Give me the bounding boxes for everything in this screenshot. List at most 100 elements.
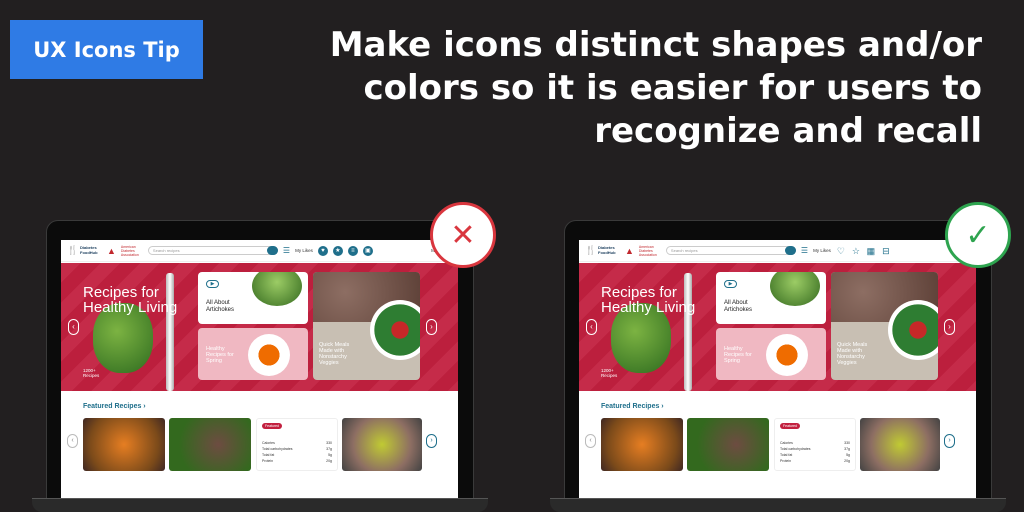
checkmark-icon: ✓	[945, 202, 1011, 268]
thumbs-up-icon[interactable]: ♡	[836, 246, 846, 256]
play-icon[interactable]: ▶	[724, 280, 737, 288]
tip-badge: UX Icons Tip	[10, 20, 203, 79]
featured-recipes-heading[interactable]: Featured Recipes ›	[601, 403, 664, 410]
heart-icon[interactable]: ♥	[317, 245, 328, 256]
hero-banner: Recipes for Healthy Living 1200+ Recipes…	[579, 263, 976, 391]
likes-icon: ☰	[282, 246, 291, 255]
artichoke-card[interactable]: ▶ All About Artichokes	[716, 272, 826, 324]
veggies-card[interactable]: Quick Meals Made with Nonstarchy Veggies	[313, 272, 420, 380]
search-input[interactable]: Search recipes	[665, 246, 796, 255]
hero-next-arrow[interactable]: ›	[944, 319, 955, 335]
veggies-card-label: Quick Meals Made with Nonstarchy Veggies	[837, 342, 868, 366]
nutrition-value: 37g	[326, 447, 332, 451]
site-logo[interactable]: Diabetes FoodHub	[598, 245, 620, 255]
pasta-image	[766, 334, 808, 376]
nutrition-name: Protein	[780, 459, 792, 463]
recipe-tile[interactable]	[687, 418, 769, 471]
star-icon[interactable]: ☆	[851, 246, 861, 256]
likes-icon: ☰	[800, 246, 809, 255]
aha-logo-icon: ▲	[625, 245, 634, 256]
veggies-card[interactable]: Quick Meals Made with Nonstarchy Veggies	[831, 272, 938, 380]
nutrition-value: 330	[844, 441, 850, 445]
artichoke-image	[252, 272, 302, 306]
search-button[interactable]	[784, 246, 796, 255]
recipe-tile-featured[interactable]: Featured Calories 330 Total carbohydrates…	[774, 418, 856, 471]
nutrition-name: Calories	[262, 441, 275, 445]
list-icon[interactable]: ≡	[347, 245, 358, 256]
nutrition-name: Protein	[262, 459, 274, 463]
featured-recipes-heading[interactable]: Featured Recipes ›	[83, 403, 146, 410]
hero-prev-arrow[interactable]: ‹	[68, 319, 79, 335]
site-nav: 🍴 Diabetes FoodHub ▲ American Diabetes A…	[61, 240, 458, 262]
nutrition-row: Protein 20g	[262, 459, 332, 463]
partner-logo: American Diabetes Association	[638, 244, 657, 257]
star-icon[interactable]: ★	[332, 245, 343, 256]
nutrition-value: 37g	[844, 447, 850, 451]
nutrition-row: Protein 20g	[780, 459, 850, 463]
site-nav: 🍴 Diabetes FoodHub ▲ American Diabetes A…	[579, 240, 976, 262]
nutrition-row: Calories 330	[262, 441, 332, 445]
nutrition-value: 5g	[328, 453, 332, 457]
nutrition-value: 5g	[846, 453, 850, 457]
search-placeholder: Search recipes	[152, 248, 180, 253]
nutrition-value: 20g	[326, 459, 332, 463]
search-input[interactable]: Search recipes	[147, 246, 278, 255]
nutrition-name: Calories	[780, 441, 793, 445]
aha-logo-icon: ▲	[107, 245, 116, 256]
artichoke-card-label: All About Artichokes	[724, 300, 753, 313]
fork-knife-icon: 🍴	[67, 245, 79, 255]
cart-icon[interactable]: ⊟	[881, 246, 891, 256]
nutrition-row: Total carbohydrates 37g	[780, 447, 850, 451]
laptop-base	[550, 498, 1006, 512]
spring-card[interactable]: Healthy Recipes for Spring	[716, 328, 826, 380]
spring-card[interactable]: Healthy Recipes for Spring	[198, 328, 308, 380]
recipe-tile[interactable]	[83, 418, 165, 471]
my-likes-link[interactable]: My Likes	[295, 248, 313, 253]
play-icon[interactable]: ▶	[206, 280, 219, 288]
hero-next-arrow[interactable]: ›	[426, 319, 437, 335]
recipe-tile[interactable]	[601, 418, 683, 471]
recipe-tile-featured[interactable]: Featured Calories 330 Total carbohydrates…	[256, 418, 338, 471]
hero-title: Recipes for Healthy Living	[83, 284, 178, 316]
recipe-tile[interactable]	[169, 418, 251, 471]
site-logo[interactable]: Diabetes FoodHub	[80, 245, 102, 255]
artichoke-card[interactable]: ▶ All About Artichokes	[198, 272, 308, 324]
nutrition-value: 330	[326, 441, 332, 445]
partner-logo: American Diabetes Association	[120, 244, 139, 257]
nutrition-row: Total fat 5g	[262, 453, 332, 457]
hero-banner: Recipes for Healthy Living 1200+ Recipes…	[61, 263, 458, 391]
featured-prev-arrow[interactable]: ‹	[67, 434, 78, 448]
cart-icon[interactable]: ▣	[362, 245, 373, 256]
laptop-screen: 🍴 Diabetes FoodHub ▲ American Diabetes A…	[61, 240, 458, 502]
hero-recipe-count: 1200+ Recipes	[601, 368, 617, 378]
artichoke-image	[770, 272, 820, 306]
headline: Make icons distinct shapes and/or colors…	[282, 24, 982, 153]
my-likes-link[interactable]: My Likes	[813, 248, 831, 253]
laptop-screen: 🍴 Diabetes FoodHub ▲ American Diabetes A…	[579, 240, 976, 502]
featured-tag: Featured	[262, 423, 283, 429]
search-button[interactable]	[266, 246, 278, 255]
headline-line-2: colors so it is easier for users to	[363, 68, 982, 108]
close-icon: ✕	[430, 202, 496, 268]
hero-title: Recipes for Healthy Living	[601, 284, 696, 316]
spring-card-label: Healthy Recipes for Spring	[206, 346, 234, 364]
featured-tag: Featured	[780, 423, 801, 429]
recipe-tile[interactable]	[342, 418, 422, 471]
headline-line-3: recognize and recall	[594, 111, 982, 151]
recipe-tile[interactable]	[860, 418, 940, 471]
recipe-count-label: Recipes	[83, 373, 100, 378]
nutrition-name: Total fat	[780, 453, 793, 457]
nutrition-row: Total carbohydrates 37g	[262, 447, 332, 451]
featured-next-arrow[interactable]: ›	[944, 434, 955, 448]
featured-next-arrow[interactable]: ›	[426, 434, 437, 448]
salad-bowl-image	[888, 300, 938, 360]
nutrition-name: Total fat	[262, 453, 275, 457]
hero-prev-arrow[interactable]: ‹	[586, 319, 597, 335]
featured-prev-arrow[interactable]: ‹	[585, 434, 596, 448]
nutrition-value: 20g	[844, 459, 850, 463]
calendar-icon[interactable]: ▦	[866, 246, 876, 256]
hero-recipe-count: 1200+ Recipes	[83, 368, 99, 378]
headline-line-1: Make icons distinct shapes and/or	[329, 25, 982, 65]
nutrition-row: Total fat 5g	[780, 453, 850, 457]
search-placeholder: Search recipes	[670, 248, 698, 253]
